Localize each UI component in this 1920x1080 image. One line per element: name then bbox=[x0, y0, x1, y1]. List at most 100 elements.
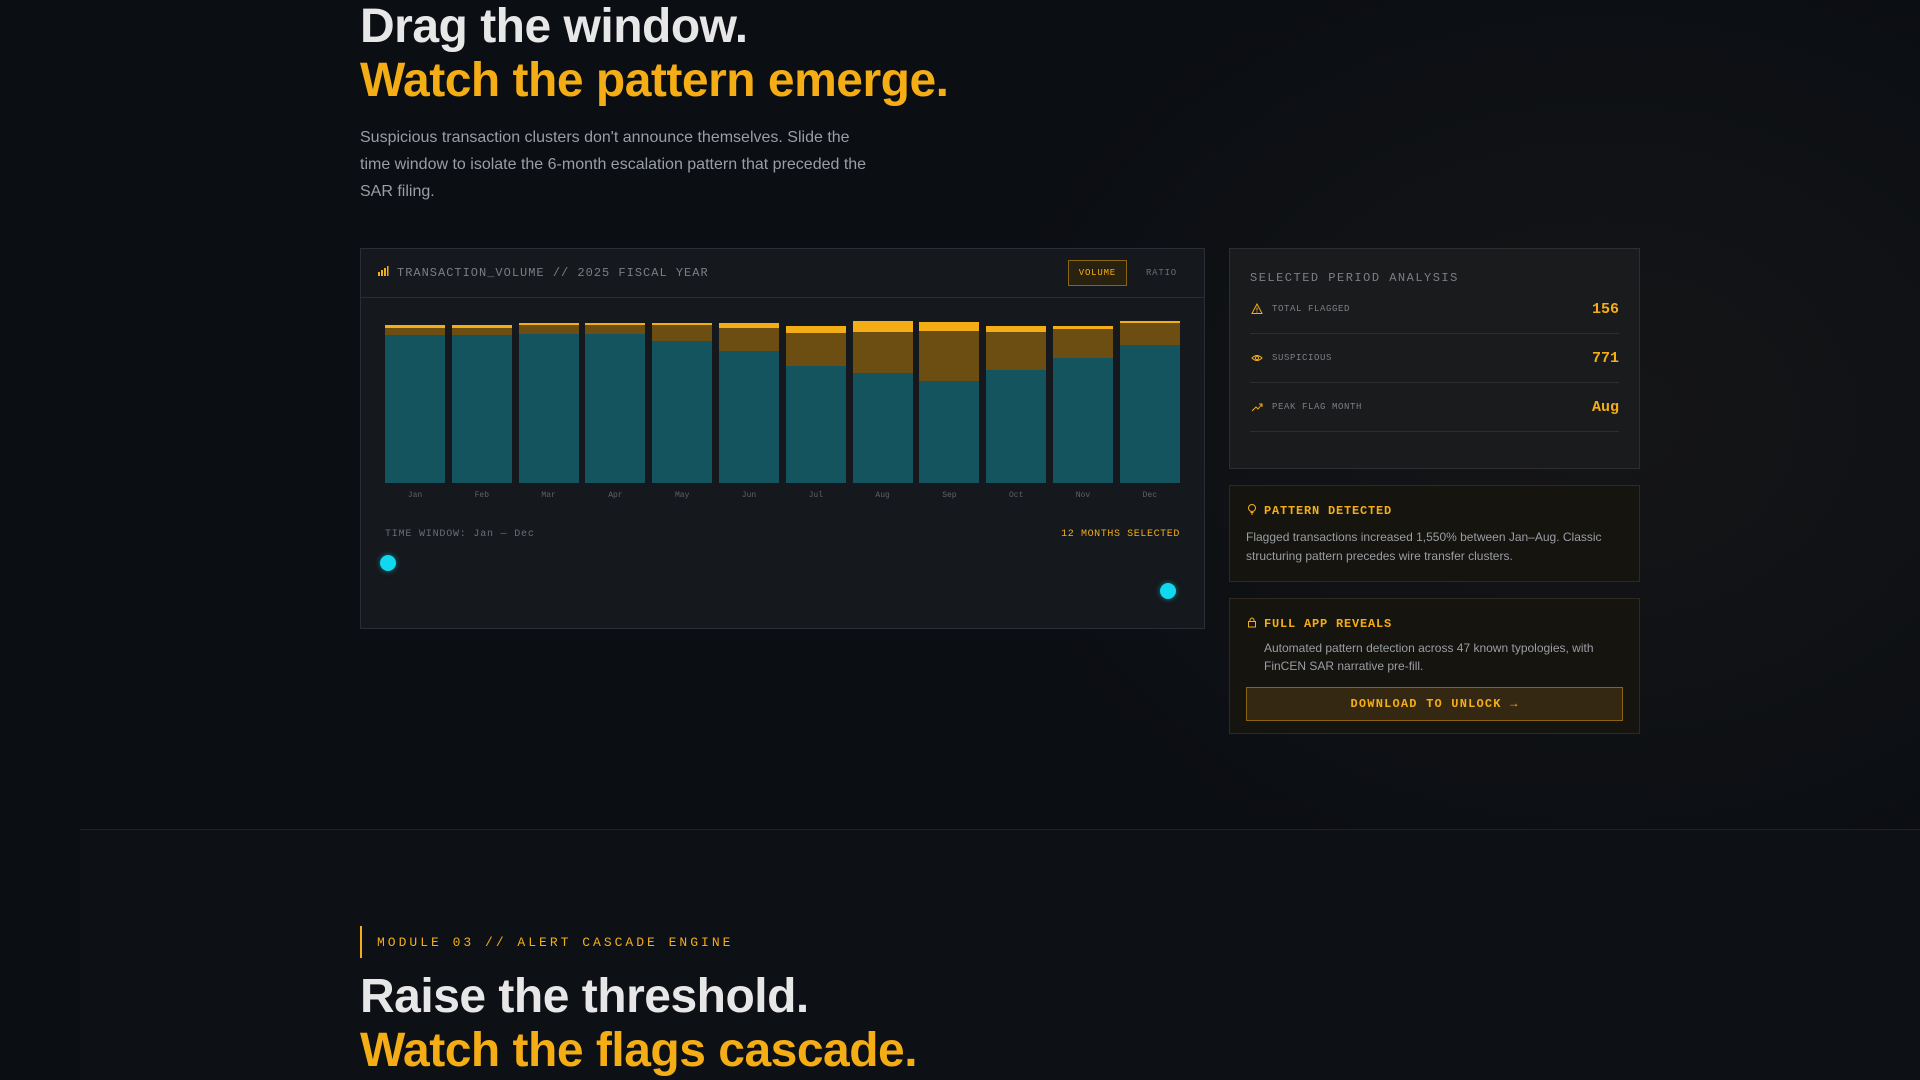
bar-segment-clean bbox=[451, 335, 512, 483]
bar-segment-clean bbox=[385, 335, 445, 483]
bar-segment-suspicious bbox=[986, 332, 1047, 370]
bar-segment-flagged bbox=[1053, 326, 1113, 329]
bar-segment-clean bbox=[719, 351, 779, 483]
bar-feb bbox=[451, 325, 512, 483]
bar-segment-flagged bbox=[986, 326, 1047, 332]
bar-segment-flagged bbox=[652, 323, 713, 325]
bar-segment-suspicious bbox=[919, 331, 980, 381]
bar-may bbox=[652, 323, 713, 483]
hero-section: Drag the window. Watch the pattern emerg… bbox=[360, 0, 1260, 205]
stat-row-total-flagged: TOTAL FLAGGED 156 bbox=[1250, 285, 1619, 334]
bar-jan bbox=[385, 325, 445, 483]
bar-segment-flagged bbox=[585, 323, 646, 325]
module-title-line2: Watch the flags cascade. bbox=[360, 1024, 918, 1077]
month-tick-label: Jan bbox=[407, 491, 423, 500]
stat-label: SUSPICIOUS bbox=[1272, 353, 1333, 363]
full-app-reveals-card: FULL APP REVEALS Automated pattern detec… bbox=[1229, 598, 1640, 734]
bar-sep bbox=[919, 322, 980, 483]
stat-row-peak-flag-month: PEAK FLAG MONTH Aug bbox=[1250, 383, 1619, 432]
bar-mar bbox=[518, 323, 579, 483]
view-toggle: VOLUME RATIO bbox=[1067, 260, 1188, 286]
module-title-line1: Raise the threshold. bbox=[360, 970, 809, 1023]
unlock-header: FULL APP REVEALS bbox=[1246, 615, 1623, 633]
bar-segment-suspicious bbox=[785, 333, 846, 366]
bar-segment-suspicious bbox=[1053, 329, 1113, 358]
bar-segment-flagged bbox=[919, 322, 980, 331]
chart-header: TRANSACTION_VOLUME // 2025 FISCAL YEAR V… bbox=[361, 249, 1204, 298]
lightbulb-icon bbox=[1246, 502, 1258, 520]
month-tick-label: Jul bbox=[808, 491, 823, 500]
stat-row-suspicious: SUSPICIOUS 771 bbox=[1250, 334, 1619, 383]
bar-segment-suspicious bbox=[652, 325, 713, 341]
transaction-volume-panel: TRANSACTION_VOLUME // 2025 FISCAL YEAR V… bbox=[360, 248, 1205, 629]
bar-jun bbox=[719, 323, 779, 483]
bar-chart-plot bbox=[385, 321, 1181, 483]
month-tick-label: Oct bbox=[1008, 491, 1024, 500]
pattern-detected-card: PATTERN DETECTED Flagged transactions in… bbox=[1229, 485, 1640, 582]
months-selected-count: 12 MONTHS SELECTED bbox=[1061, 529, 1180, 540]
bar-apr bbox=[585, 323, 646, 483]
time-window-label: TIME WINDOW: Jan — Dec bbox=[385, 529, 535, 540]
stat-value: 771 bbox=[1591, 349, 1619, 367]
unlock-description: Automated pattern detection across 47 kn… bbox=[1264, 641, 1594, 673]
month-tick-label: Aug bbox=[875, 491, 890, 500]
bar-segment-suspicious bbox=[1119, 323, 1180, 345]
module-tag: MODULE 03 // ALERT CASCADE ENGINE bbox=[360, 926, 733, 958]
stat-value: Aug bbox=[1591, 398, 1619, 416]
bar-segment-clean bbox=[518, 334, 579, 483]
trend-up-icon bbox=[1250, 400, 1264, 414]
bar-oct bbox=[986, 326, 1047, 483]
section-divider bbox=[80, 829, 1920, 830]
chart-title: TRANSACTION_VOLUME // 2025 FISCAL YEAR bbox=[397, 266, 709, 280]
pattern-header: PATTERN DETECTED bbox=[1246, 502, 1623, 520]
volume-toggle-button[interactable]: VOLUME bbox=[1067, 260, 1127, 286]
bar-nov bbox=[1053, 326, 1113, 483]
bar-segment-suspicious bbox=[385, 328, 445, 335]
stat-value: 156 bbox=[1591, 300, 1619, 318]
bar-segment-flagged bbox=[451, 325, 512, 328]
bar-segment-clean bbox=[652, 341, 713, 483]
download-to-unlock-button[interactable]: DOWNLOAD TO UNLOCK → bbox=[1246, 687, 1623, 721]
bar-segment-clean bbox=[585, 334, 646, 483]
bar-segment-clean bbox=[852, 373, 913, 483]
month-tick-label: Mar bbox=[541, 491, 556, 500]
bar-chart-icon bbox=[377, 264, 389, 282]
eye-icon bbox=[1250, 351, 1264, 365]
bar-segment-flagged bbox=[719, 323, 779, 328]
bar-segment-flagged bbox=[852, 321, 913, 332]
hero-title-line1: Drag the window. bbox=[360, 0, 748, 53]
bar-segment-suspicious bbox=[518, 325, 579, 334]
unlock-title: FULL APP REVEALS bbox=[1264, 617, 1393, 631]
bar-segment-flagged bbox=[785, 326, 846, 333]
bar-segment-flagged bbox=[1119, 321, 1180, 323]
month-tick-label: Apr bbox=[608, 491, 623, 500]
time-window-start-handle[interactable] bbox=[380, 555, 396, 571]
pattern-description: Flagged transactions increased 1,550% be… bbox=[1246, 530, 1602, 563]
bar-aug bbox=[852, 321, 913, 483]
ratio-toggle-button[interactable]: RATIO bbox=[1135, 260, 1188, 286]
stat-label: TOTAL FLAGGED bbox=[1272, 304, 1351, 314]
module-section-background bbox=[80, 830, 1920, 1080]
bar-segment-suspicious bbox=[451, 328, 512, 335]
month-tick-label: Dec bbox=[1142, 491, 1157, 500]
bar-dec bbox=[1119, 321, 1180, 483]
bar-segment-suspicious bbox=[585, 325, 646, 334]
analysis-title: SELECTED PERIOD ANALYSIS bbox=[1250, 271, 1459, 285]
pattern-title: PATTERN DETECTED bbox=[1264, 504, 1393, 518]
month-tick-label: Nov bbox=[1075, 491, 1091, 500]
month-tick-label: Sep bbox=[942, 491, 957, 500]
bar-segment-clean bbox=[1119, 345, 1180, 483]
bar-segment-clean bbox=[1053, 358, 1113, 483]
bar-segment-flagged bbox=[518, 323, 579, 325]
selected-period-analysis-card: SELECTED PERIOD ANALYSIS TOTAL FLAGGED 1… bbox=[1229, 248, 1640, 469]
bar-segment-suspicious bbox=[852, 332, 913, 373]
month-tick-label: May bbox=[674, 491, 690, 500]
stat-label: PEAK FLAG MONTH bbox=[1272, 402, 1363, 412]
hero-description: Suspicious transaction clusters don't an… bbox=[360, 129, 867, 200]
month-tick-label: Feb bbox=[474, 491, 489, 500]
warning-icon bbox=[1250, 302, 1264, 316]
bar-segment-clean bbox=[919, 381, 980, 483]
month-tick-label: Jun bbox=[741, 491, 757, 500]
bar-segment-clean bbox=[785, 366, 846, 483]
time-window-end-handle[interactable] bbox=[1160, 583, 1176, 599]
